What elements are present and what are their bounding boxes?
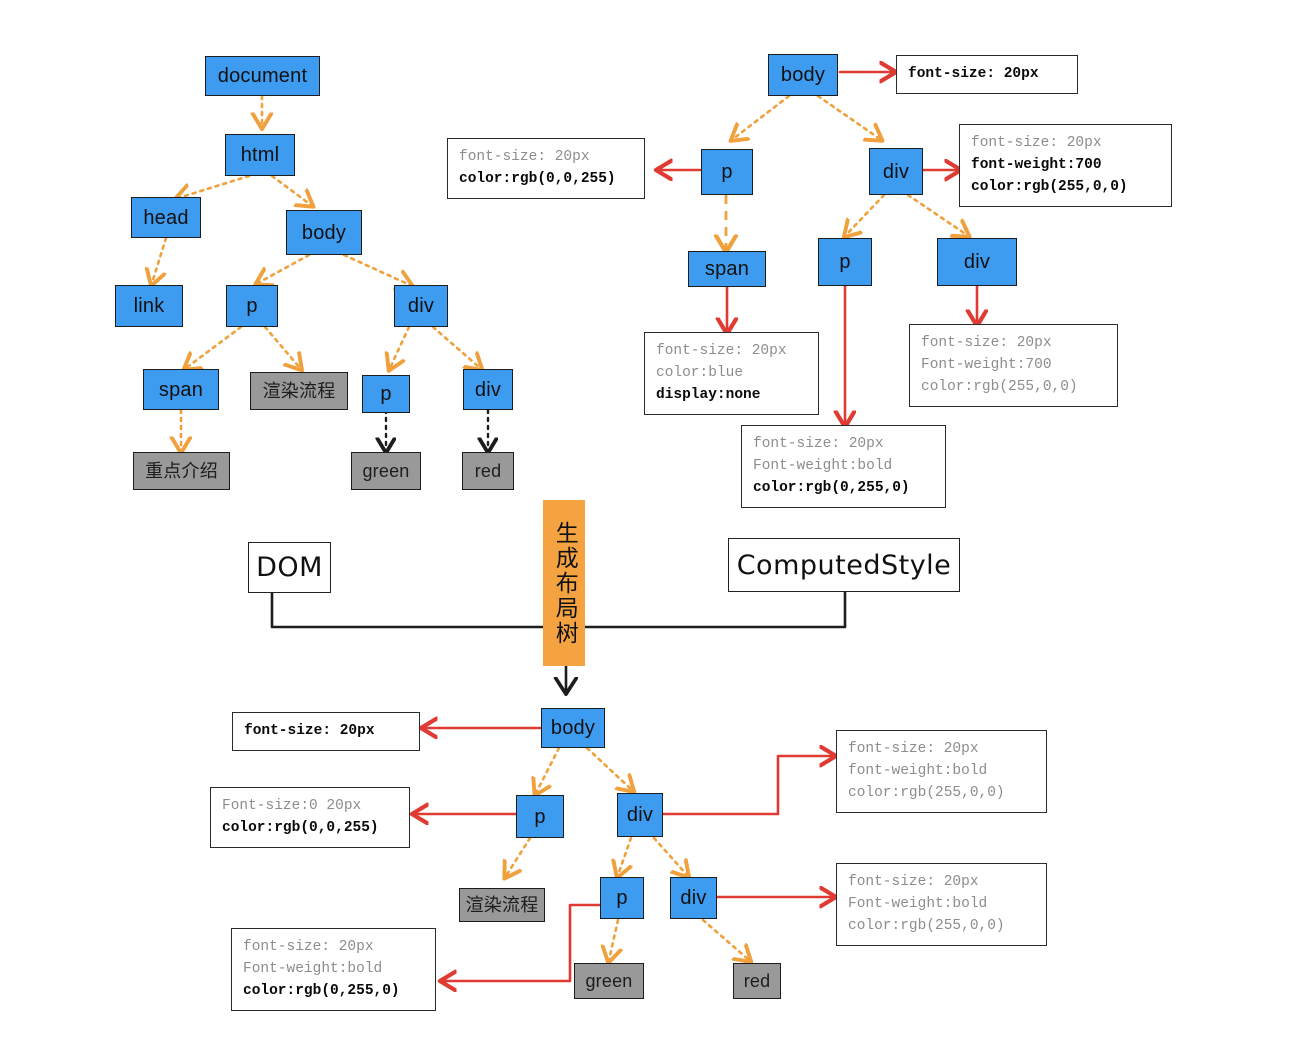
layout-node-div[interactable]: div: [617, 793, 663, 837]
dom-node-body[interactable]: body: [286, 210, 362, 255]
layout-node-body[interactable]: body: [541, 708, 605, 748]
layout-style-box-body: font-size: 20px: [232, 712, 420, 752]
layout-style-box-inner-p: font-size: 20px Font-weight:bold color:r…: [231, 928, 436, 1012]
layout-node-inner-p[interactable]: p: [600, 877, 644, 919]
cs-node-span[interactable]: span: [688, 251, 766, 287]
layout-node-inner-div[interactable]: div: [670, 877, 717, 919]
dom-node-inner-p[interactable]: p: [362, 375, 410, 413]
dom-node-span[interactable]: span: [143, 369, 219, 410]
dom-node-link[interactable]: link: [115, 285, 183, 327]
cs-style-box-span: font-size: 20px color:blue display:none: [644, 332, 819, 416]
dom-node-p[interactable]: p: [226, 285, 278, 327]
dom-node-inner-div[interactable]: div: [463, 369, 513, 410]
layout-style-box-div: font-size: 20px font-weight:bold color:r…: [836, 730, 1047, 814]
cs-node-p[interactable]: p: [701, 149, 753, 195]
cs-style-box-inner-div: font-size: 20px Font-weight:700 color:rg…: [909, 324, 1118, 408]
layout-node-p[interactable]: p: [516, 795, 564, 838]
generate-layout-tree-label: 生成布局树: [551, 520, 578, 646]
cs-style-box-p: font-size: 20px color:rgb(0,0,255): [447, 138, 645, 200]
computedstyle-caption-box: ComputedStyle: [728, 538, 960, 592]
dom-node-html[interactable]: html: [225, 134, 295, 176]
computedstyle-caption-label: ComputedStyle: [736, 549, 952, 581]
dom-node-div[interactable]: div: [394, 285, 448, 327]
layout-style-box-inner-div: font-size: 20px Font-weight:bold color:r…: [836, 863, 1047, 947]
cs-node-inner-p[interactable]: p: [818, 238, 872, 286]
dom-text-node-key-intro[interactable]: 重点介绍: [133, 452, 230, 490]
dom-caption-box: DOM: [248, 542, 331, 593]
layout-text-node-green[interactable]: green: [574, 963, 644, 999]
dom-caption-label: DOM: [256, 552, 323, 583]
cs-style-box-div: font-size: 20px font-weight:700 color:rg…: [959, 124, 1172, 208]
dom-text-node-green[interactable]: green: [351, 452, 421, 490]
dom-text-node-render-flow[interactable]: 渲染流程: [250, 372, 348, 410]
cs-node-inner-div[interactable]: div: [937, 238, 1017, 286]
generate-layout-tree-box[interactable]: 生成布局树: [543, 500, 585, 666]
dom-text-node-red[interactable]: red: [462, 452, 514, 490]
layout-text-node-red[interactable]: red: [733, 963, 781, 999]
cs-style-box-inner-p: font-size: 20px Font-weight:bold color:r…: [741, 425, 946, 509]
diagram-canvas: document html head body link p div span …: [0, 0, 1308, 1064]
layout-text-node-render-flow[interactable]: 渲染流程: [459, 888, 545, 922]
dom-node-head[interactable]: head: [131, 197, 201, 238]
layout-style-box-p: Font-size:0 20px color:rgb(0,0,255): [210, 787, 410, 849]
cs-node-div[interactable]: div: [869, 148, 923, 195]
cs-node-body[interactable]: body: [768, 54, 838, 96]
cs-style-box-body: font-size: 20px: [896, 55, 1078, 95]
dom-node-document[interactable]: document: [205, 56, 320, 96]
